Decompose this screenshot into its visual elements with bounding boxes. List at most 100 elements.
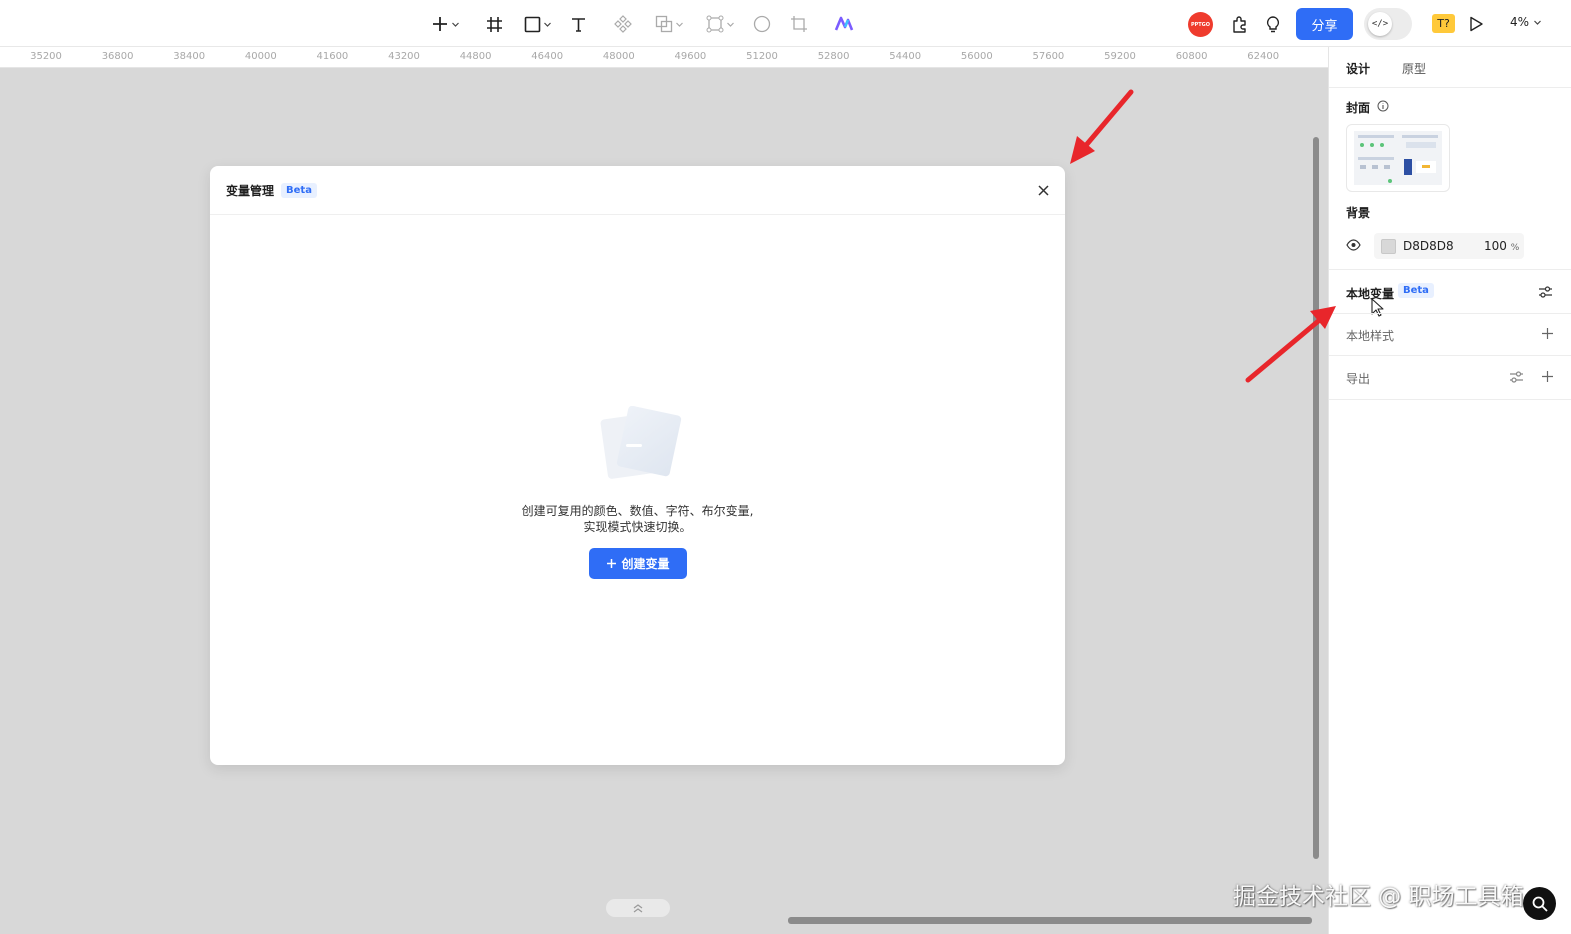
divider bbox=[1329, 313, 1571, 314]
ruler-tick: 40000 bbox=[244, 51, 277, 62]
divider bbox=[1329, 355, 1571, 356]
boolean-tool-button[interactable] bbox=[651, 11, 687, 37]
crop-icon bbox=[791, 16, 807, 32]
create-variable-label: 创建变量 bbox=[621, 557, 670, 571]
component-icon bbox=[614, 15, 632, 33]
ruler-tick: 54400 bbox=[889, 51, 922, 62]
frame-icon bbox=[486, 16, 502, 32]
export-settings-icon[interactable] bbox=[1509, 370, 1524, 384]
dialog-title: 变量管理 bbox=[226, 183, 275, 198]
text-icon bbox=[571, 17, 585, 32]
chevron-down-icon bbox=[1534, 20, 1541, 25]
chevron-down-icon bbox=[675, 22, 683, 27]
circle-icon bbox=[753, 15, 771, 33]
opacity-unit: % bbox=[1510, 243, 1520, 253]
panel-tabs: 设计 原型 bbox=[1329, 47, 1571, 88]
boolean-icon bbox=[655, 15, 672, 33]
tab-design[interactable]: 设计 bbox=[1346, 60, 1370, 77]
info-icon[interactable] bbox=[1377, 100, 1389, 112]
avatar-text: PPTGO bbox=[1190, 21, 1211, 28]
vector-edit-button[interactable] bbox=[702, 11, 738, 37]
background-hex-value[interactable]: D8D8D8 bbox=[1403, 239, 1454, 253]
rectangle-icon bbox=[524, 16, 541, 32]
magnifier-icon bbox=[1532, 896, 1548, 912]
top-toolbar: PPTGO 分享 </> T? 4% bbox=[0, 0, 1571, 47]
empty-state-text-line1: 创建可复用的颜色、数值、字符、布尔变量, bbox=[521, 504, 754, 518]
component-tool-button[interactable] bbox=[613, 11, 633, 37]
insert-plus-button[interactable] bbox=[427, 11, 463, 37]
ruler-tick: 56000 bbox=[960, 51, 993, 62]
plus-icon bbox=[607, 559, 617, 568]
crop-tool-button[interactable] bbox=[789, 11, 809, 37]
text-tool-button[interactable] bbox=[568, 11, 588, 37]
close-button[interactable] bbox=[1035, 182, 1051, 198]
cover-preview-image bbox=[1354, 131, 1442, 185]
plugin-button[interactable] bbox=[1229, 11, 1251, 37]
ruler-tick: 49600 bbox=[674, 51, 707, 62]
cover-thumbnail[interactable] bbox=[1346, 124, 1450, 192]
ruler-tick: 41600 bbox=[316, 51, 349, 62]
ruler-tick: 51200 bbox=[746, 51, 778, 62]
create-variable-button[interactable]: 创建变量 bbox=[589, 548, 687, 579]
export-label: 导出 bbox=[1346, 372, 1371, 386]
background-color-field[interactable]: D8D8D8 100 % bbox=[1374, 233, 1524, 259]
beta-badge: Beta bbox=[281, 182, 317, 198]
background-opacity-value[interactable]: 100 % bbox=[1484, 239, 1519, 253]
ruler-tick: 59200 bbox=[1104, 51, 1136, 62]
mask-tool-button[interactable] bbox=[752, 11, 772, 37]
bulb-icon bbox=[1266, 16, 1280, 33]
sliders-icon[interactable] bbox=[1538, 285, 1553, 299]
empty-state-illustration bbox=[600, 406, 682, 479]
chevron-down-icon bbox=[544, 22, 551, 27]
ruler-tick: 38400 bbox=[173, 51, 206, 62]
local-styles-label: 本地样式 bbox=[1346, 329, 1395, 343]
horizontal-scrollbar[interactable] bbox=[788, 917, 1312, 924]
ruler-tick: 43200 bbox=[388, 51, 420, 62]
properties-panel: 设计 原型 封面 背景 D8D8D8 100 % 本地变量 Beta 本地样式 … bbox=[1328, 47, 1571, 934]
plus-icon bbox=[432, 17, 447, 31]
add-export-icon[interactable] bbox=[1541, 370, 1554, 383]
zoom-dropdown[interactable]: 4% bbox=[1510, 15, 1542, 29]
vertical-scrollbar[interactable] bbox=[1313, 137, 1319, 859]
ai-assistant-button[interactable] bbox=[833, 11, 855, 37]
present-button[interactable] bbox=[1466, 11, 1486, 37]
background-row: D8D8D8 100 % bbox=[1346, 233, 1556, 259]
add-local-style-icon[interactable] bbox=[1541, 327, 1554, 340]
watermark-text: 掘金技术社区 @ 职场工具箱 bbox=[1233, 884, 1524, 910]
ai-logo-icon bbox=[834, 16, 854, 31]
ruler-tick: 35200 bbox=[30, 51, 62, 62]
ruler-tick: 57600 bbox=[1032, 51, 1065, 62]
missing-font-badge[interactable]: T? bbox=[1432, 14, 1455, 33]
horizontal-ruler: 35200 36800 38400 40000 41600 43200 44800 46400… bbox=[0, 47, 1328, 68]
opacity-number: 100 bbox=[1484, 239, 1507, 253]
avatar[interactable]: PPTGO bbox=[1188, 12, 1213, 37]
zoom-value: 4% bbox=[1510, 15, 1530, 29]
divider bbox=[1329, 269, 1571, 270]
color-swatch[interactable] bbox=[1381, 239, 1396, 254]
vector-edit-icon bbox=[706, 15, 723, 33]
cursor-pointer-icon bbox=[1371, 298, 1384, 317]
share-button[interactable]: 分享 bbox=[1296, 8, 1353, 40]
ruler-tick: 46400 bbox=[531, 51, 564, 62]
background-label: 背景 bbox=[1346, 206, 1371, 220]
eye-icon[interactable] bbox=[1346, 239, 1361, 251]
ruler-tick: 60800 bbox=[1175, 51, 1208, 62]
chevron-down-icon bbox=[451, 22, 459, 27]
code-icon: </> bbox=[1368, 12, 1392, 36]
dialog-header: 变量管理 Beta bbox=[210, 166, 1065, 215]
bottom-panel-toggle[interactable] bbox=[606, 899, 670, 917]
inspiration-button[interactable] bbox=[1262, 11, 1284, 37]
tab-prototype[interactable]: 原型 bbox=[1402, 60, 1426, 77]
chevron-down-icon bbox=[726, 22, 734, 27]
plugin-icon bbox=[1233, 16, 1246, 33]
empty-state-text-line2: 实现模式快速切换。 bbox=[583, 520, 692, 534]
ruler-tick: 48000 bbox=[602, 51, 635, 62]
ruler-tick: 36800 bbox=[101, 51, 134, 62]
ruler-tick: 44800 bbox=[459, 51, 492, 62]
cover-label: 封面 bbox=[1346, 101, 1371, 115]
local-variables-beta-badge: Beta bbox=[1398, 283, 1434, 298]
zoom-search-button[interactable] bbox=[1523, 887, 1556, 920]
dev-mode-toggle[interactable]: </> bbox=[1364, 8, 1412, 40]
frame-tool-button[interactable] bbox=[484, 11, 504, 37]
rectangle-tool-button[interactable] bbox=[520, 11, 556, 37]
